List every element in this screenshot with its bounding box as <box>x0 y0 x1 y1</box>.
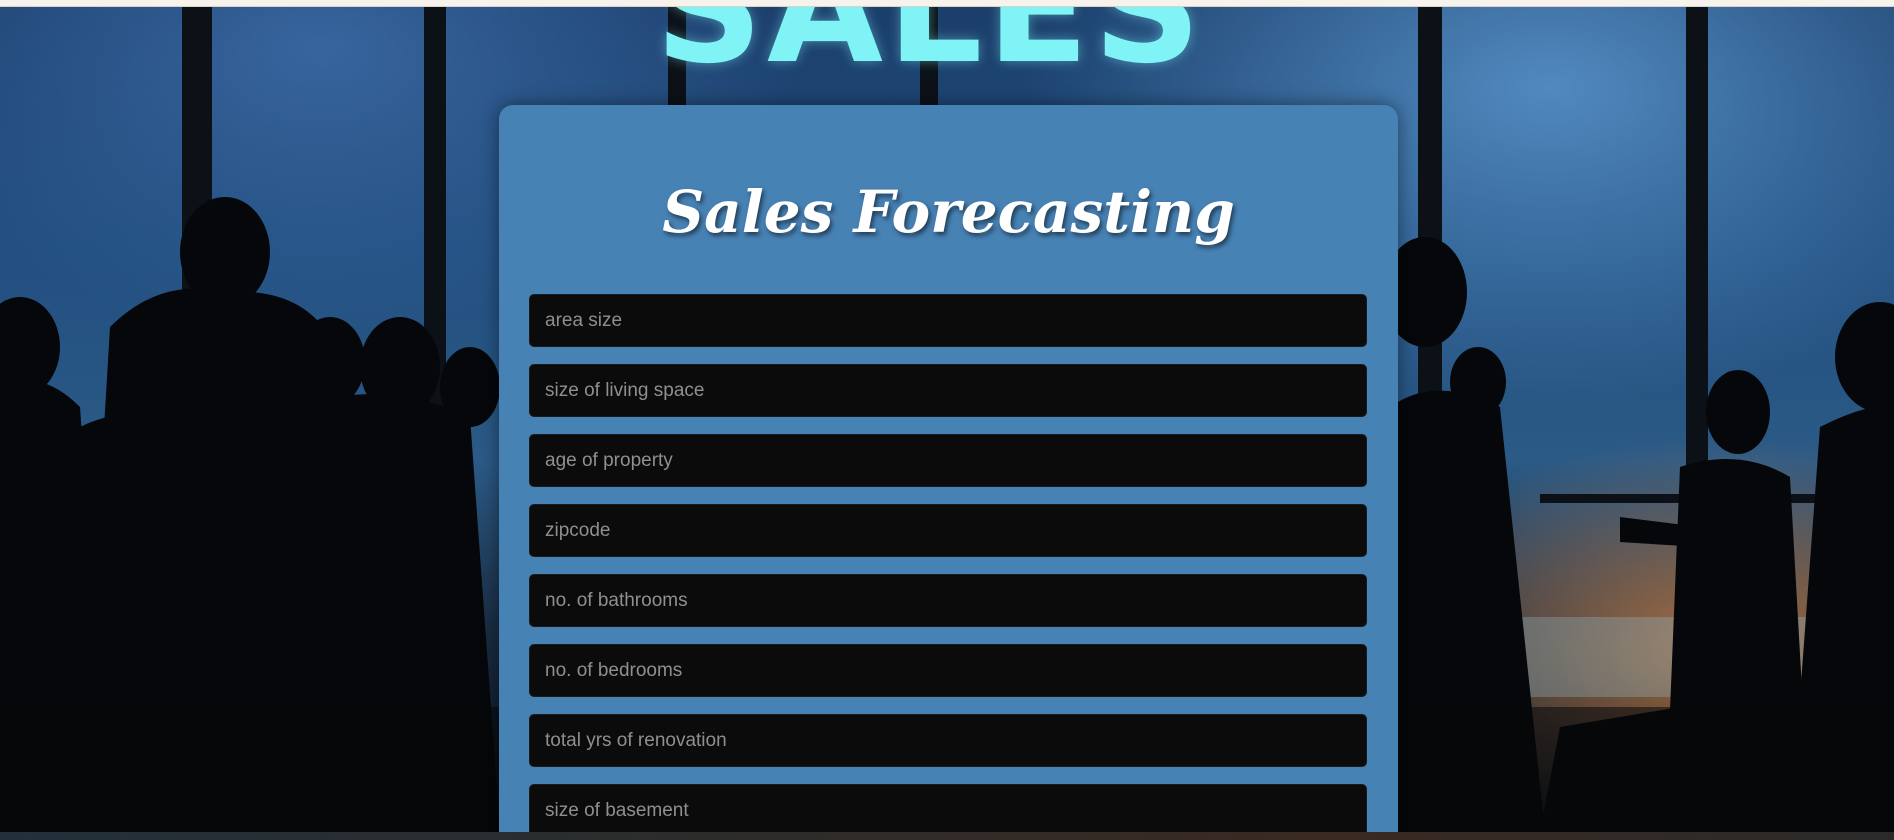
forecast-form-card: Sales Forecasting <box>499 105 1398 840</box>
living-space-size-input[interactable] <box>529 364 1367 417</box>
zipcode-input[interactable] <box>529 504 1367 557</box>
area-size-input[interactable] <box>529 294 1367 347</box>
top-strip <box>0 0 1894 7</box>
renovation-years-input[interactable] <box>529 714 1367 767</box>
bedrooms-input[interactable] <box>529 644 1367 697</box>
sales-banner-text: SALES <box>654 7 1206 97</box>
property-age-input[interactable] <box>529 434 1367 487</box>
page: SALES Sales Forecasting <box>0 0 1894 840</box>
form-title: Sales Forecasting <box>662 178 1235 246</box>
bathrooms-input[interactable] <box>529 574 1367 627</box>
bottom-strip <box>0 832 1894 840</box>
basement-size-input[interactable] <box>529 784 1367 837</box>
